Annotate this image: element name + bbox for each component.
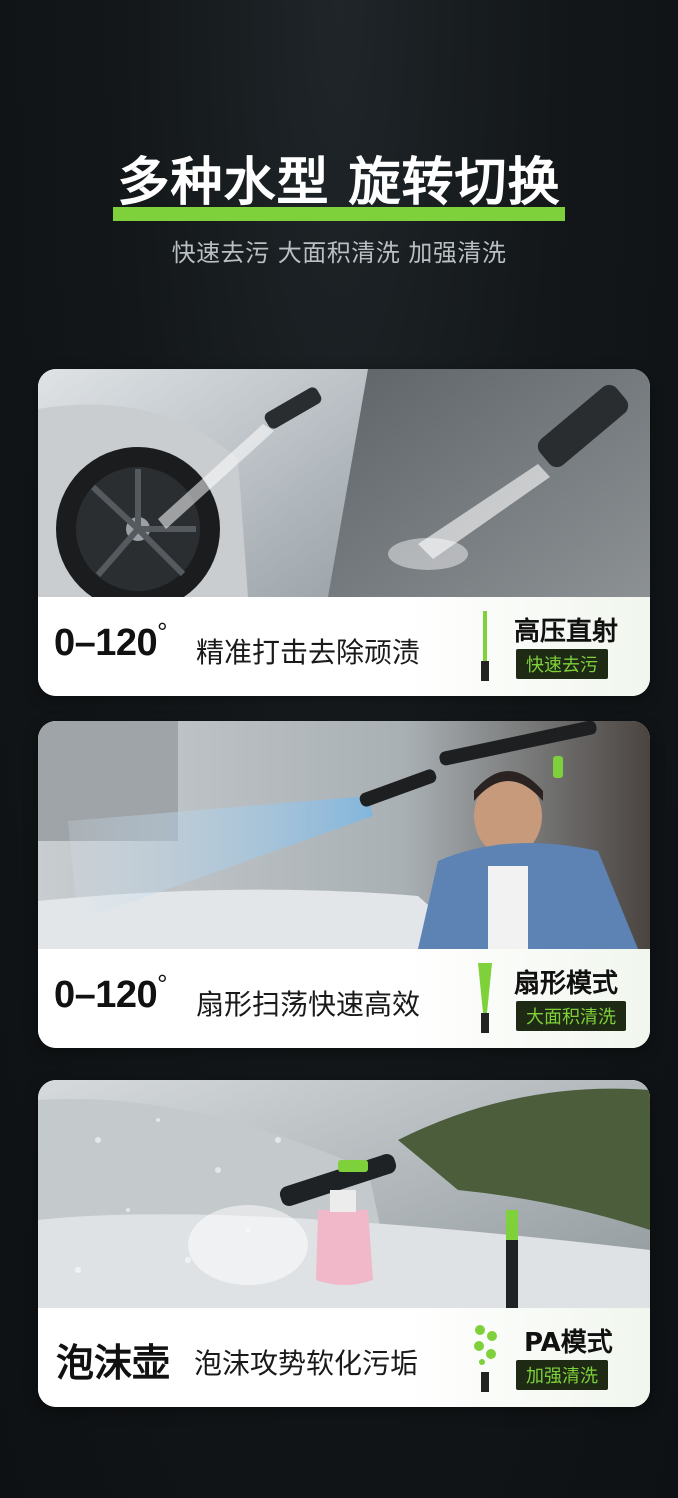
mode-description: 泡沫攻势软化污垢 — [194, 1347, 419, 1380]
mode-description: 扇形扫荡快速高效 — [196, 988, 421, 1021]
card-info: 0–120° 扇形扫荡快速高效 扇形模式 大面积清洗 — [38, 949, 650, 1048]
header: 多种水型 旋转切换 — [0, 140, 678, 221]
mode-name: PA模式 — [524, 1328, 613, 1358]
angle-range: 0–120° — [54, 617, 168, 664]
card-fan-mode: 0–120° 扇形扫荡快速高效 扇形模式 大面积清洗 — [38, 721, 650, 1048]
jet-spray-photo — [38, 369, 650, 597]
foam-bubbles-icon — [474, 1325, 497, 1392]
fan-spray-icon — [478, 963, 492, 1033]
mode-name: 扇形模式 — [514, 969, 619, 999]
mode-description: 精准打击去除顽渍 — [196, 636, 421, 669]
mode-tag: 大面积清洗 — [516, 1001, 626, 1031]
mode-tag: 加强清洗 — [516, 1360, 608, 1390]
fan-spray-photo — [38, 721, 650, 949]
page-subtitle: 快速去污 大面积清洗 加强清洗 — [171, 239, 507, 267]
card-jet-mode: 0–120° 精准打击去除顽渍 高压直射 快速去污 — [38, 369, 650, 696]
card-foam-mode: 泡沫壶 泡沫攻势软化污垢 PA模式 加强清洗 — [38, 1080, 650, 1407]
foam-pot-title: 泡沫壶 — [56, 1341, 171, 1385]
card-info: 0–120° 精准打击去除顽渍 高压直射 快速去污 — [38, 597, 650, 696]
mode-tag: 快速去污 — [516, 649, 608, 679]
jet-stream-icon — [481, 611, 489, 681]
foam-pot-photo — [38, 1080, 650, 1308]
page-title: 多种水型 旋转切换 — [113, 140, 565, 221]
card-info: 泡沫壶 泡沫攻势软化污垢 PA模式 加强清洗 — [38, 1308, 650, 1407]
angle-range: 0–120° — [54, 969, 168, 1016]
mode-name: 高压直射 — [514, 617, 619, 647]
